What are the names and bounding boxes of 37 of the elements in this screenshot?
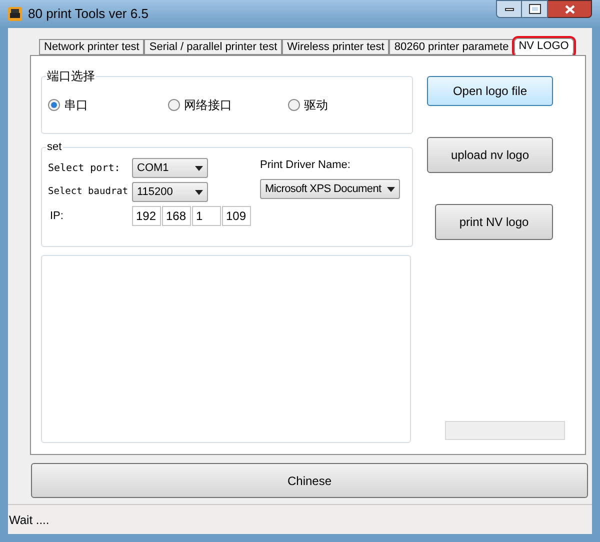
- radio-label: 网络接口: [184, 97, 232, 114]
- ip-field[interactable]: 192: [132, 206, 161, 226]
- action-button[interactable]: Open logo file: [427, 76, 553, 106]
- field-label: IP:: [49, 208, 64, 224]
- field-label: Select baudrat: [48, 184, 130, 199]
- tab[interactable]: Serial / parallel printer test: [144, 39, 282, 55]
- tab[interactable]: Network printer test: [39, 39, 144, 55]
- tab[interactable]: NV LOGO: [514, 38, 574, 56]
- radio-label: 驱动: [304, 97, 328, 114]
- dropdown[interactable]: 115200: [132, 182, 208, 202]
- ip-field[interactable]: 109: [222, 206, 251, 226]
- radio-button[interactable]: [168, 99, 180, 111]
- caret-icon: [387, 186, 395, 192]
- status-text: Wait ....: [9, 512, 50, 529]
- ip-field[interactable]: 168: [162, 206, 191, 226]
- printer-icon: [8, 7, 22, 21]
- dropdown[interactable]: Microsoft XPS Document: [260, 179, 400, 199]
- radio-button[interactable]: [48, 99, 60, 111]
- close-icon: [564, 4, 574, 14]
- dropdown[interactable]: COM1: [132, 158, 208, 178]
- radio-button[interactable]: [288, 99, 300, 111]
- radio-label: 串口: [64, 97, 88, 114]
- action-button[interactable]: print NV logo: [435, 204, 553, 240]
- language-button[interactable]: Chinese: [31, 462, 588, 498]
- ip-field[interactable]: 1: [192, 206, 221, 226]
- close-button[interactable]: [548, 0, 592, 18]
- caret-icon: [195, 190, 203, 194]
- maximize-button[interactable]: [522, 0, 548, 18]
- group-title: 端口选择: [46, 68, 96, 84]
- field-label: Print Driver Name:: [260, 158, 352, 172]
- tab[interactable]: Wireless printer test: [282, 39, 390, 55]
- tab[interactable]: 80260 printer paramete: [389, 39, 514, 55]
- minimize-button[interactable]: [496, 0, 522, 18]
- caret-icon: [195, 166, 203, 170]
- action-button[interactable]: upload nv logo: [427, 137, 553, 173]
- window-title: 80 print Tools ver 6.5: [28, 5, 148, 24]
- field-label: Select port:: [48, 162, 122, 176]
